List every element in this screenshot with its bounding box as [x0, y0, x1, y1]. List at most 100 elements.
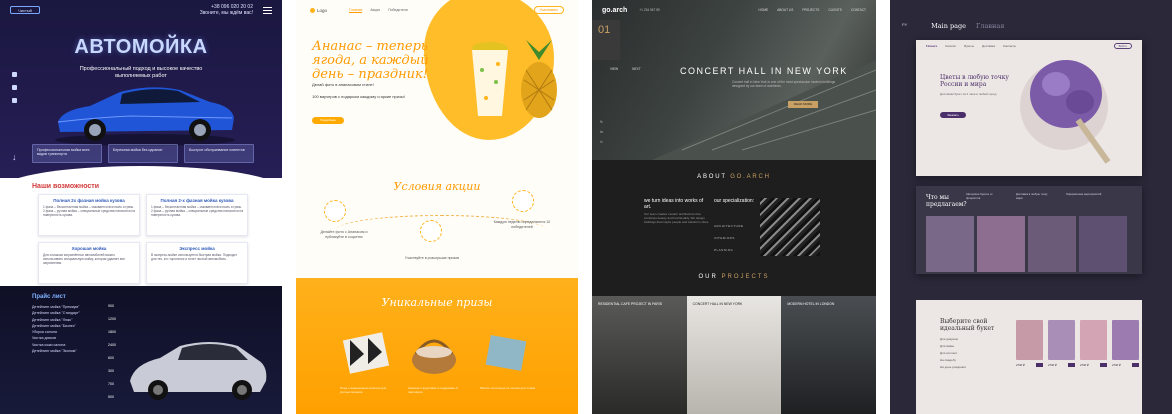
- read-more-button[interactable]: READ MORE: [788, 101, 818, 108]
- pineapple-nav: Главная Акция Победители: [349, 8, 408, 13]
- arch-logo[interactable]: go.arch: [602, 7, 627, 14]
- flowers-page: РУ Main page Главная Flowers Каталог Бук…: [890, 0, 1172, 414]
- pineapple-sub: Делай фото в ананасовом стиле!: [312, 82, 374, 87]
- service-card[interactable]: Полная 2х фазная мойка кузова 1 фаза – бе…: [38, 194, 140, 236]
- product-card[interactable]: 2700 ₽: [1016, 320, 1043, 378]
- product-image: [1112, 320, 1139, 360]
- price-list: Детейлинг мойка "Премиум" Детейлинг мойк…: [32, 304, 132, 354]
- prizes-section: Уникальные призы Плед с ананасовым принт…: [296, 278, 578, 414]
- flowers-logo[interactable]: Flowers: [926, 44, 937, 48]
- nav-contact[interactable]: CONTACT: [851, 8, 866, 12]
- blue-car-image: [55, 87, 235, 146]
- facebook-icon[interactable]: [12, 98, 17, 103]
- nav-item-winners[interactable]: Победители: [388, 8, 408, 13]
- product-card[interactable]: 2700 ₽: [1080, 320, 1107, 378]
- service-title: Хорошая мойка: [71, 246, 107, 251]
- hero-tabs: VIEW NEXT: [610, 67, 641, 71]
- instagram-icon[interactable]: [12, 85, 17, 90]
- filter-item[interactable]: Для коллеги: [940, 350, 966, 357]
- filter-item[interactable]: На день рождения: [940, 364, 966, 371]
- details-button[interactable]: Подробнее: [312, 117, 344, 124]
- filter-item[interactable]: На свадьбу: [940, 357, 966, 364]
- instagram-icon[interactable]: in: [600, 140, 603, 144]
- projects-row: RESIDENTIAL CAFE PROJECT IN PARIS CONCER…: [592, 296, 876, 414]
- service-card[interactable]: Полная 2-х фазная мойка кузова 1 фаза – б…: [146, 194, 248, 236]
- nav-catalog[interactable]: Каталог: [945, 44, 956, 48]
- tab-view[interactable]: VIEW: [610, 67, 618, 71]
- facebook-icon[interactable]: fb: [600, 120, 603, 124]
- project-label: CONCERT HALL IN NEW YORK: [692, 302, 743, 306]
- offer-tile[interactable]: [926, 216, 974, 272]
- scroll-down-icon[interactable]: ↓: [12, 152, 17, 162]
- buy-button[interactable]: [1100, 363, 1107, 367]
- phone-sub: Звоните, мы ждём вас!: [199, 10, 253, 16]
- services-section: Наши возможности Полная 2х фазная мойка …: [0, 166, 282, 286]
- pineapple-logo[interactable]: Logo: [310, 7, 327, 13]
- login-button[interactable]: Войти: [1113, 43, 1132, 49]
- nav-item-promo[interactable]: Акция: [370, 8, 380, 13]
- spec-item[interactable]: INTERIORS: [714, 232, 744, 244]
- tab-home[interactable]: Главная: [976, 22, 1004, 30]
- winner-step-icon: [512, 190, 534, 212]
- pineapple-image: [521, 40, 557, 118]
- portfolio-board: Чистый +38 096 020 20 02 Звоните, мы ждё…: [0, 0, 1172, 414]
- spec-item[interactable]: ARCHITECTURE: [714, 220, 744, 232]
- flowers-nav: Flowers Каталог Букеты Доставка Контакты…: [926, 43, 1132, 49]
- about-lead: we turn ideas into works of art.: [644, 198, 704, 210]
- project-card[interactable]: MODERN HOTEL IN LONDON: [781, 296, 876, 414]
- nav-clients[interactable]: CLIENTS: [828, 8, 841, 12]
- nav-item-main[interactable]: Главная: [349, 8, 363, 13]
- cup-image: [472, 42, 508, 116]
- nav-home[interactable]: HOME: [759, 8, 769, 12]
- choose-list: Для девушки Для мамы Для коллеги На свад…: [940, 336, 966, 371]
- price-value: 300: [108, 369, 114, 373]
- blanket-prize-image: [342, 332, 390, 374]
- order-button[interactable]: Заказать: [940, 112, 966, 118]
- photo-step-icon: [324, 200, 346, 222]
- choose-section: Выберите свой идеальный букет Для девушк…: [916, 300, 1142, 414]
- price-value: 500: [108, 395, 114, 399]
- offer-item: Оформление мероприятий: [1066, 192, 1102, 196]
- twitter-icon[interactable]: tw: [600, 130, 603, 134]
- arch-contact[interactable]: +1 234 567 89: [639, 8, 659, 12]
- offer-tile[interactable]: [977, 216, 1025, 272]
- nav-about[interactable]: ABOUT US: [777, 8, 793, 12]
- tab-main-page[interactable]: Main page: [931, 22, 966, 30]
- buy-button[interactable]: [1132, 363, 1139, 367]
- carwash-phone[interactable]: +38 096 020 20 02 Звоните, мы ждём вас!: [200, 4, 253, 16]
- nav-projects[interactable]: PROJECTS: [802, 8, 819, 12]
- spec-item[interactable]: PLANNING: [714, 244, 744, 256]
- project-label: RESIDENTIAL CAFE PROJECT IN PARIS: [598, 302, 662, 306]
- filter-item[interactable]: Для мамы: [940, 343, 966, 350]
- service-text: 1 фаза – бесконтактная мойка – смывается…: [43, 205, 136, 217]
- social-side: fb tw in: [600, 120, 603, 144]
- participate-button[interactable]: Участвовать: [533, 6, 564, 14]
- vk-icon[interactable]: [12, 72, 17, 77]
- hero-title: Цветы в любую точку России и мира: [940, 74, 1009, 88]
- offer-tile[interactable]: [1079, 216, 1127, 272]
- filter-item[interactable]: Для девушки: [940, 336, 966, 343]
- buy-button[interactable]: [1036, 363, 1043, 367]
- nav-bouquets[interactable]: Букеты: [964, 44, 974, 48]
- menu-icon[interactable]: [263, 6, 272, 14]
- price-value: 1800: [108, 330, 116, 334]
- lang-switch[interactable]: РУ: [902, 22, 907, 27]
- nav-contacts[interactable]: Контакты: [1003, 44, 1016, 48]
- about-word: ABOUT: [697, 174, 727, 180]
- offer-tile[interactable]: [1028, 216, 1076, 272]
- product-price: 2700 ₽: [1016, 363, 1025, 367]
- product-card[interactable]: 2700 ₽: [1048, 320, 1075, 378]
- nav-delivery[interactable]: Доставка: [982, 44, 995, 48]
- project-card[interactable]: CONCERT HALL IN NEW YORK: [686, 296, 782, 414]
- buy-button[interactable]: [1068, 363, 1075, 367]
- project-card[interactable]: RESIDENTIAL CAFE PROJECT IN PARIS: [592, 296, 687, 414]
- offer-item: Доставка в любую точку мира: [1016, 192, 1048, 200]
- service-card[interactable]: Экспресс мойка В экспресс-мойке используе…: [146, 242, 248, 284]
- feature-item: Бережная мойка без царапин: [108, 144, 178, 163]
- pineapple-headline: Ананас – теперь ягода, а каждый день – п…: [312, 39, 429, 82]
- carwash-logo[interactable]: Чистый: [10, 6, 40, 14]
- product-card[interactable]: 2700 ₽: [1112, 320, 1139, 378]
- service-card[interactable]: Хорошая мойка Для слишком загрязнённых ав…: [38, 242, 140, 284]
- tab-next[interactable]: NEXT: [632, 67, 641, 71]
- projects-title: OUR PROJECTS: [592, 274, 876, 280]
